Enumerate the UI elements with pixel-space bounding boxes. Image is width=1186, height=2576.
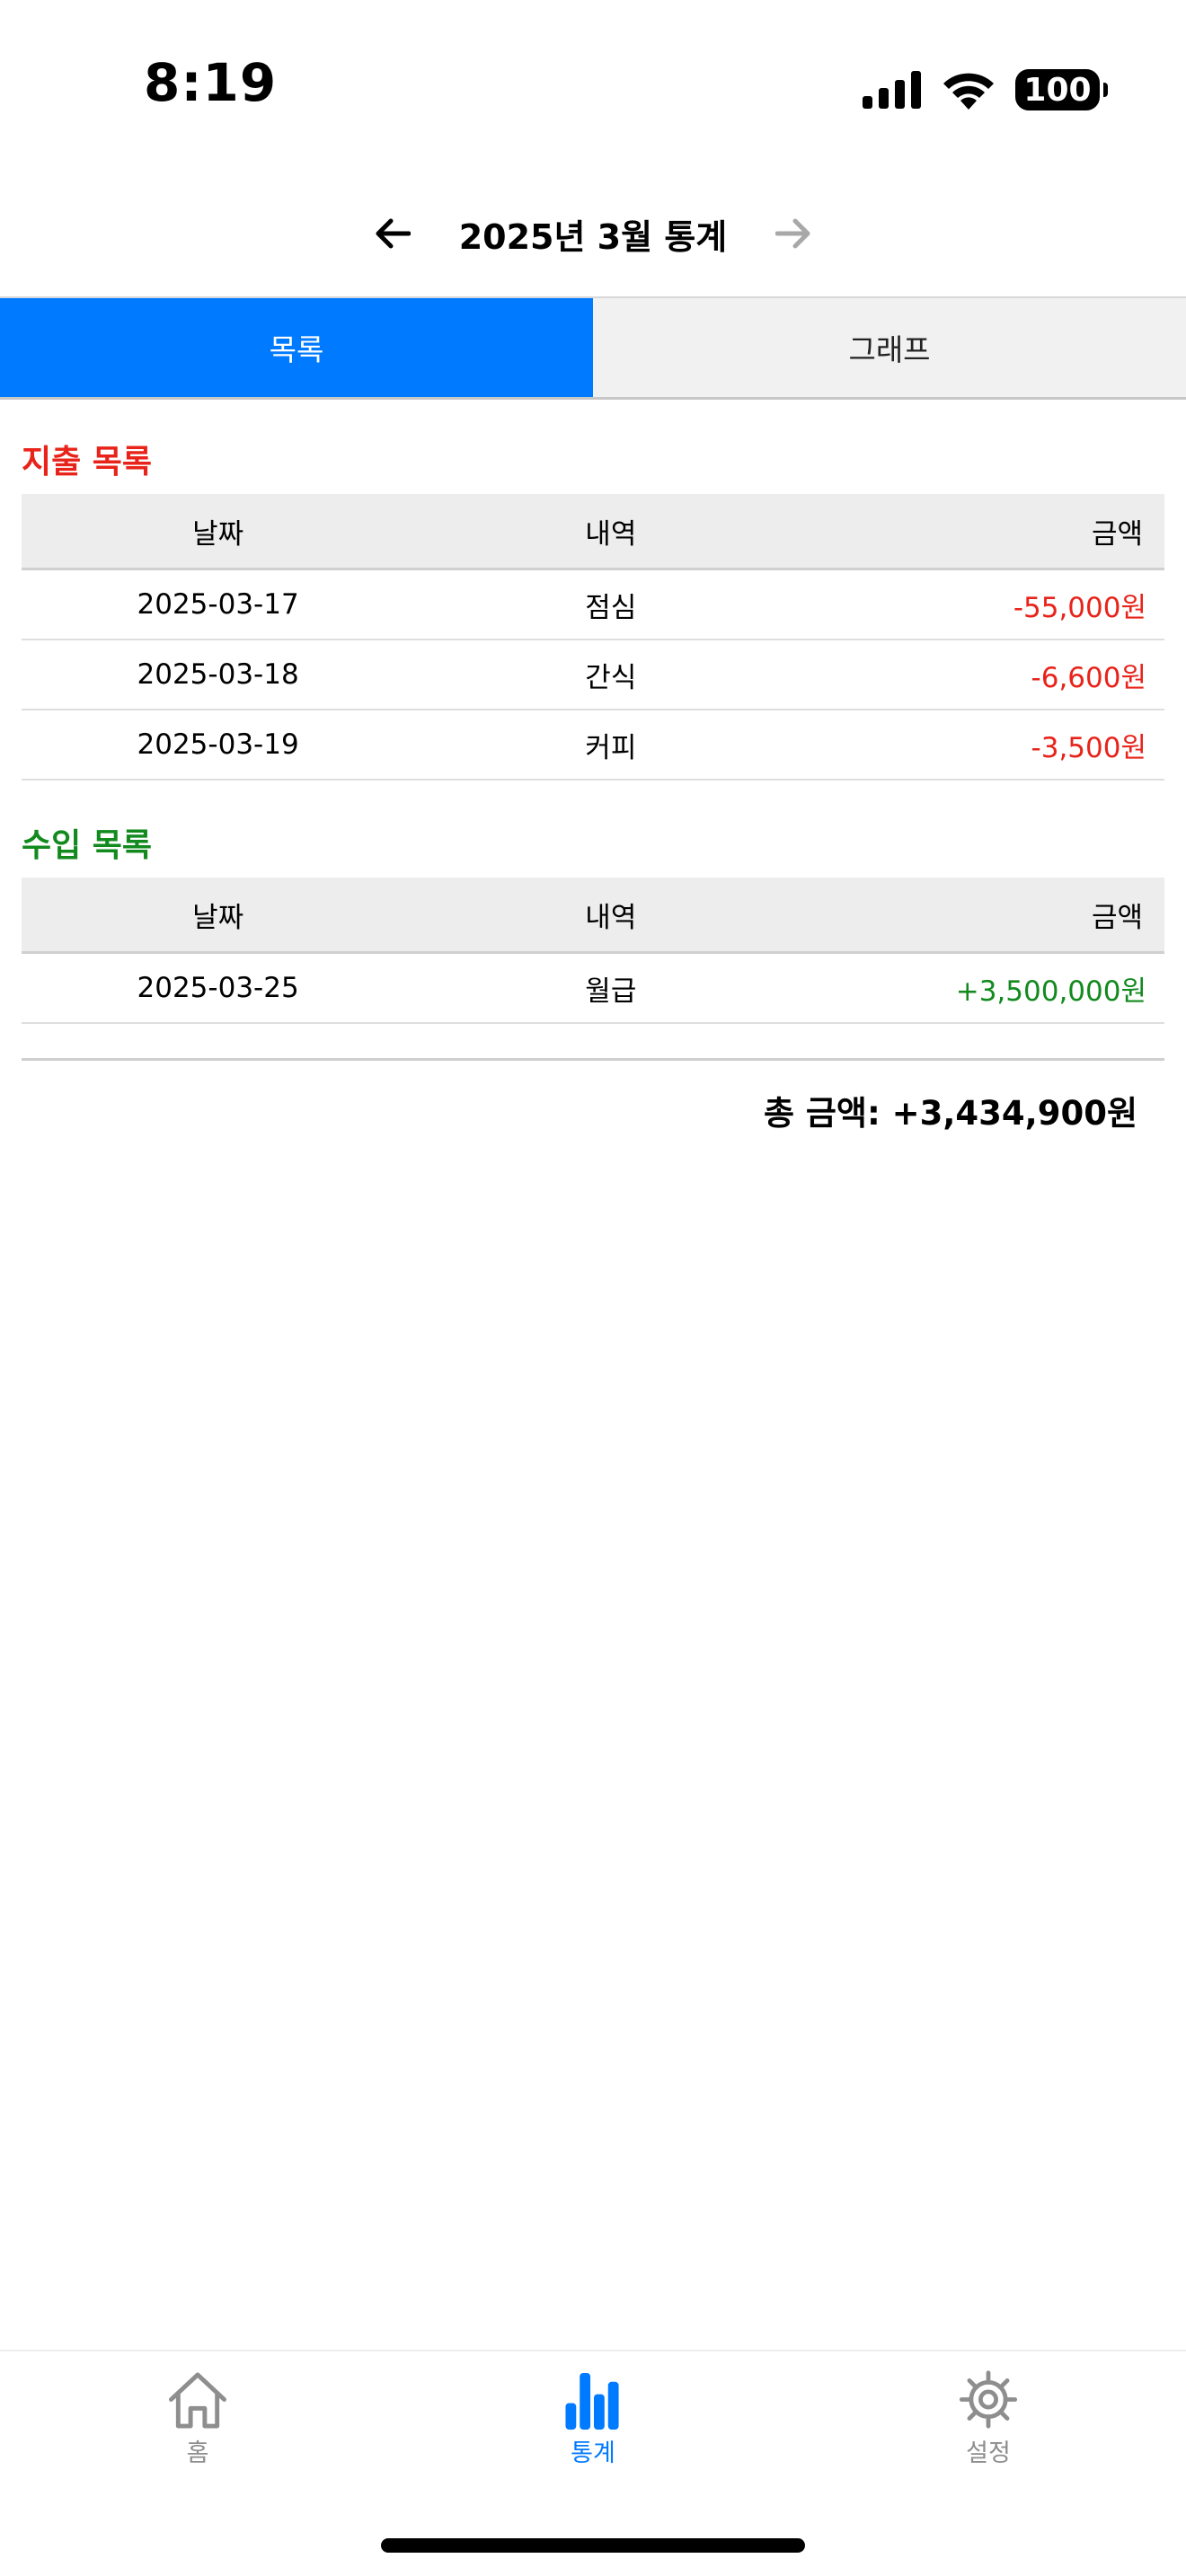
- column-header-date: 날짜: [22, 878, 415, 954]
- expense-amount: -55,000원: [807, 569, 1164, 640]
- expense-description: 커피: [414, 710, 808, 781]
- table-row[interactable]: 2025-03-25 월급 +3,500,000원: [22, 952, 1164, 1024]
- battery-level: 100: [1023, 71, 1092, 109]
- column-header-description: 내역: [414, 494, 808, 570]
- income-section-title: 수입 목록: [22, 827, 153, 864]
- stats-content: 지출 목록 날짜 내역 금액 2025-03-17 점심 -55,000원 20…: [22, 422, 1164, 1134]
- expense-amount: -6,600원: [807, 640, 1164, 710]
- nav-settings-label: 설정: [966, 2439, 1011, 2467]
- nav-home-label: 홈: [186, 2439, 209, 2467]
- table-row[interactable]: 2025-03-19 커피 -3,500원: [22, 710, 1164, 781]
- status-time: 8:19: [144, 52, 278, 113]
- house-icon: [168, 2372, 227, 2429]
- expense-date: 2025-03-18: [22, 640, 415, 710]
- nav-settings[interactable]: 설정: [791, 2351, 1186, 2468]
- income-header-row: 날짜 내역 금액: [22, 878, 1164, 954]
- expense-description: 점심: [414, 569, 808, 640]
- bar-chart-icon: [565, 2372, 619, 2430]
- status-icons: 100: [863, 63, 1108, 117]
- tab-list[interactable]: 목록: [0, 298, 593, 397]
- wifi-icon: [943, 73, 994, 110]
- nav-home[interactable]: 홈: [0, 2351, 395, 2468]
- column-header-date: 날짜: [22, 494, 415, 570]
- column-header-amount: 금액: [807, 494, 1164, 570]
- nav-stats-label: 통계: [571, 2439, 615, 2467]
- arrow-right-icon: [775, 218, 810, 249]
- expense-table: 날짜 내역 금액 2025-03-17 점심 -55,000원 2025-03-…: [22, 494, 1164, 781]
- income-table: 날짜 내역 금액 2025-03-25 월급 +3,500,000원: [22, 878, 1164, 1024]
- tab-graph[interactable]: 그래프: [593, 298, 1186, 397]
- page-title: 2025년 3월 통계: [458, 216, 728, 257]
- income-amount: +3,500,000원: [807, 952, 1164, 1024]
- table-row[interactable]: 2025-03-18 간식 -6,600원: [22, 640, 1164, 710]
- status-bar: 8:19 100: [0, 0, 1186, 171]
- view-tabs: 목록 그래프: [0, 296, 1186, 400]
- expense-date: 2025-03-17: [22, 569, 415, 640]
- prev-month-button[interactable]: [366, 207, 420, 260]
- column-header-description: 내역: [414, 878, 808, 954]
- column-header-amount: 금액: [807, 878, 1164, 954]
- month-header: 2025년 3월 통계: [0, 198, 1186, 269]
- expense-section-title: 지출 목록: [22, 444, 153, 481]
- next-month-button[interactable]: [766, 207, 820, 260]
- bottom-tab-bar: 홈 통계 설정: [0, 2350, 1186, 2468]
- expense-date: 2025-03-19: [22, 710, 415, 781]
- expense-description: 간식: [414, 640, 808, 710]
- arrow-left-icon: [376, 218, 411, 249]
- expense-header-row: 날짜 내역 금액: [22, 494, 1164, 570]
- home-indicator[interactable]: [381, 2538, 805, 2553]
- total-amount: 총 금액: +3,434,900원: [763, 1094, 1137, 1133]
- battery-icon: 100: [1015, 69, 1108, 110]
- table-row[interactable]: 2025-03-17 점심 -55,000원: [22, 569, 1164, 640]
- income-description: 월급: [414, 952, 808, 1024]
- nav-stats[interactable]: 통계: [395, 2351, 791, 2468]
- income-date: 2025-03-25: [22, 952, 415, 1024]
- total-divider: [22, 1058, 1164, 1061]
- gear-icon: [959, 2370, 1018, 2429]
- expense-amount: -3,500원: [807, 710, 1164, 781]
- signal-icon: [863, 71, 921, 109]
